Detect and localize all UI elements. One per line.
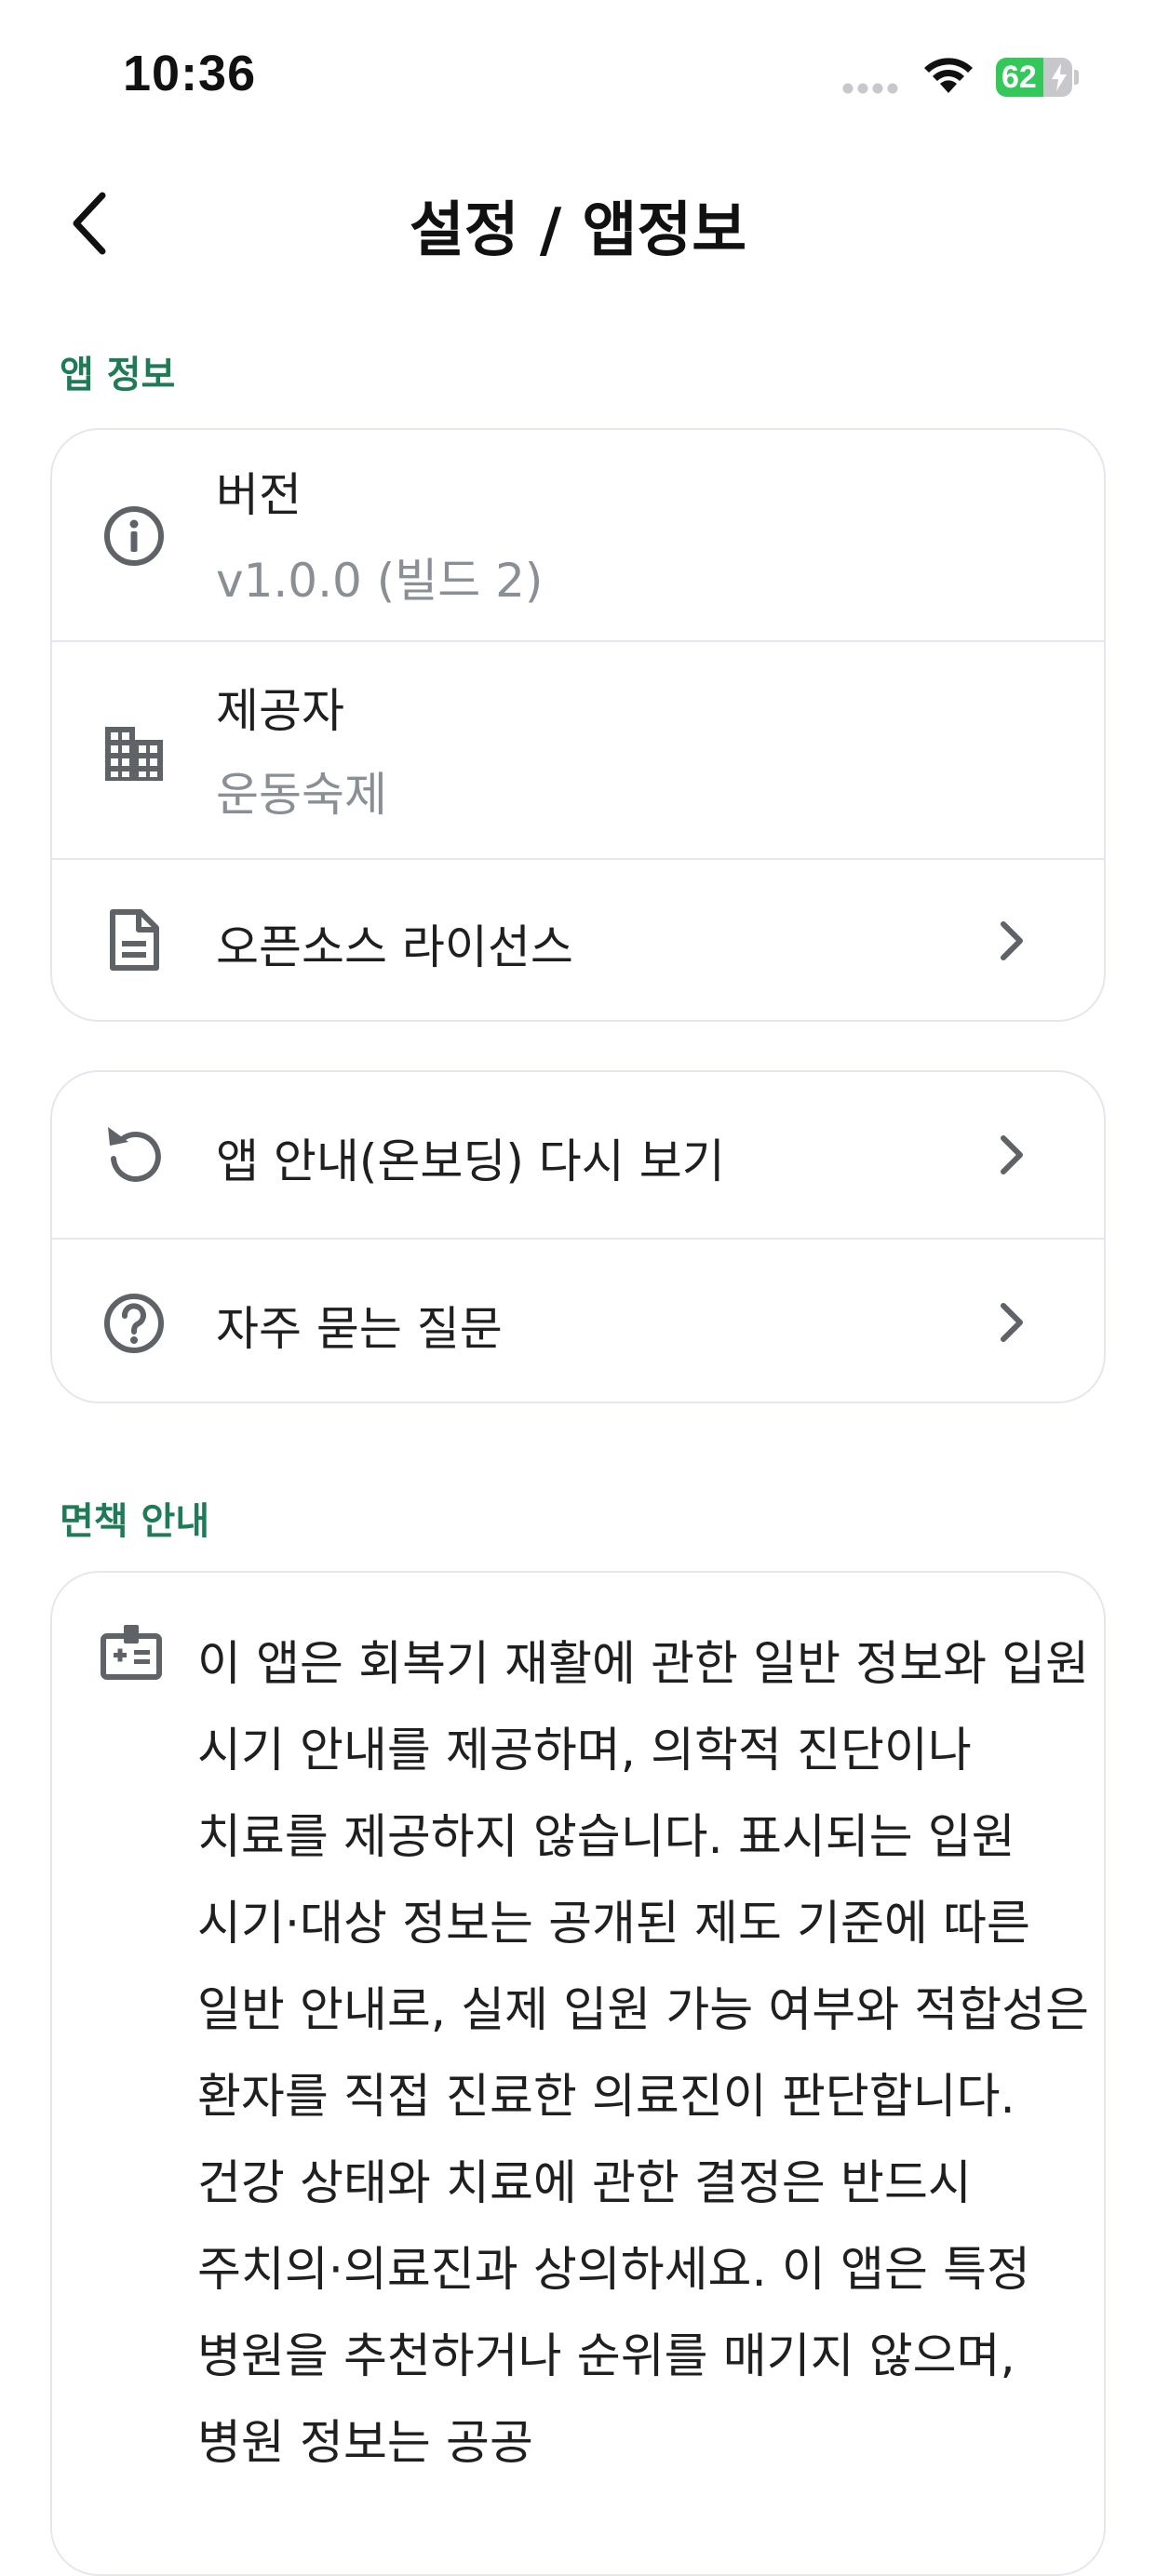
battery-level: 62 [1001,60,1037,95]
onboarding-row[interactable]: 앱 안내(온보딩) 다시 보기 [52,1072,1104,1238]
app-info-card: 버전 v1.0.0 (빌드 2) 제공자 운동숙제 오픈소스 라이선스 [50,428,1106,1022]
provider-row: 제공자 운동숙제 [52,640,1104,858]
faq-row[interactable]: 자주 묻는 질문 [52,1238,1104,1402]
chevron-right-icon [1001,1303,1023,1342]
replay-icon [101,1120,168,1187]
version-row: 버전 v1.0.0 (빌드 2) [52,430,1104,640]
status-time: 10:36 [123,46,257,101]
disclaimer-text: 이 앱은 회복기 재활에 관한 일반 정보와 입원 시기 안내를 제공하며, 의… [197,1637,1090,2471]
chevron-right-icon [1001,1135,1023,1174]
nav-bar: 설정 / 앱정보 [0,158,1156,288]
provider-value: 운동숙제 [216,768,387,822]
charging-bolt-icon [1052,63,1067,91]
wifi-icon [924,58,973,93]
disclaimer-card: 이 앱은 회복기 재활에 관한 일반 정보와 입원 시기 안내를 제공하며, 의… [50,1571,1106,2576]
onboarding-label: 앱 안내(온보딩) 다시 보기 [216,1134,725,1188]
cellular-signal-icon [842,83,898,94]
version-value: v1.0.0 (빌드 2) [216,554,544,608]
faq-label: 자주 묻는 질문 [216,1302,503,1356]
document-icon [101,906,168,973]
license-label: 오픈소스 라이선스 [216,920,573,974]
battery-tip [1074,70,1079,85]
section-header-app-info: 앱 정보 [60,354,176,396]
question-circle-icon [101,1290,168,1357]
section-header-disclaimer: 면책 안내 [60,1500,210,1543]
status-bar: 10:36 62 [0,0,1156,149]
chevron-right-icon [1001,921,1023,960]
building-icon [101,720,168,787]
page-title: 설정 / 앱정보 [409,196,747,265]
battery-indicator: 62 [996,58,1072,97]
license-row[interactable]: 오픈소스 라이선스 [52,858,1104,1020]
info-circle-icon [101,503,168,570]
provider-label: 제공자 [216,684,344,738]
help-card: 앱 안내(온보딩) 다시 보기 자주 묻는 질문 [50,1070,1106,1403]
medical-badge-icon [101,1625,162,1680]
version-label: 버전 [216,468,302,522]
